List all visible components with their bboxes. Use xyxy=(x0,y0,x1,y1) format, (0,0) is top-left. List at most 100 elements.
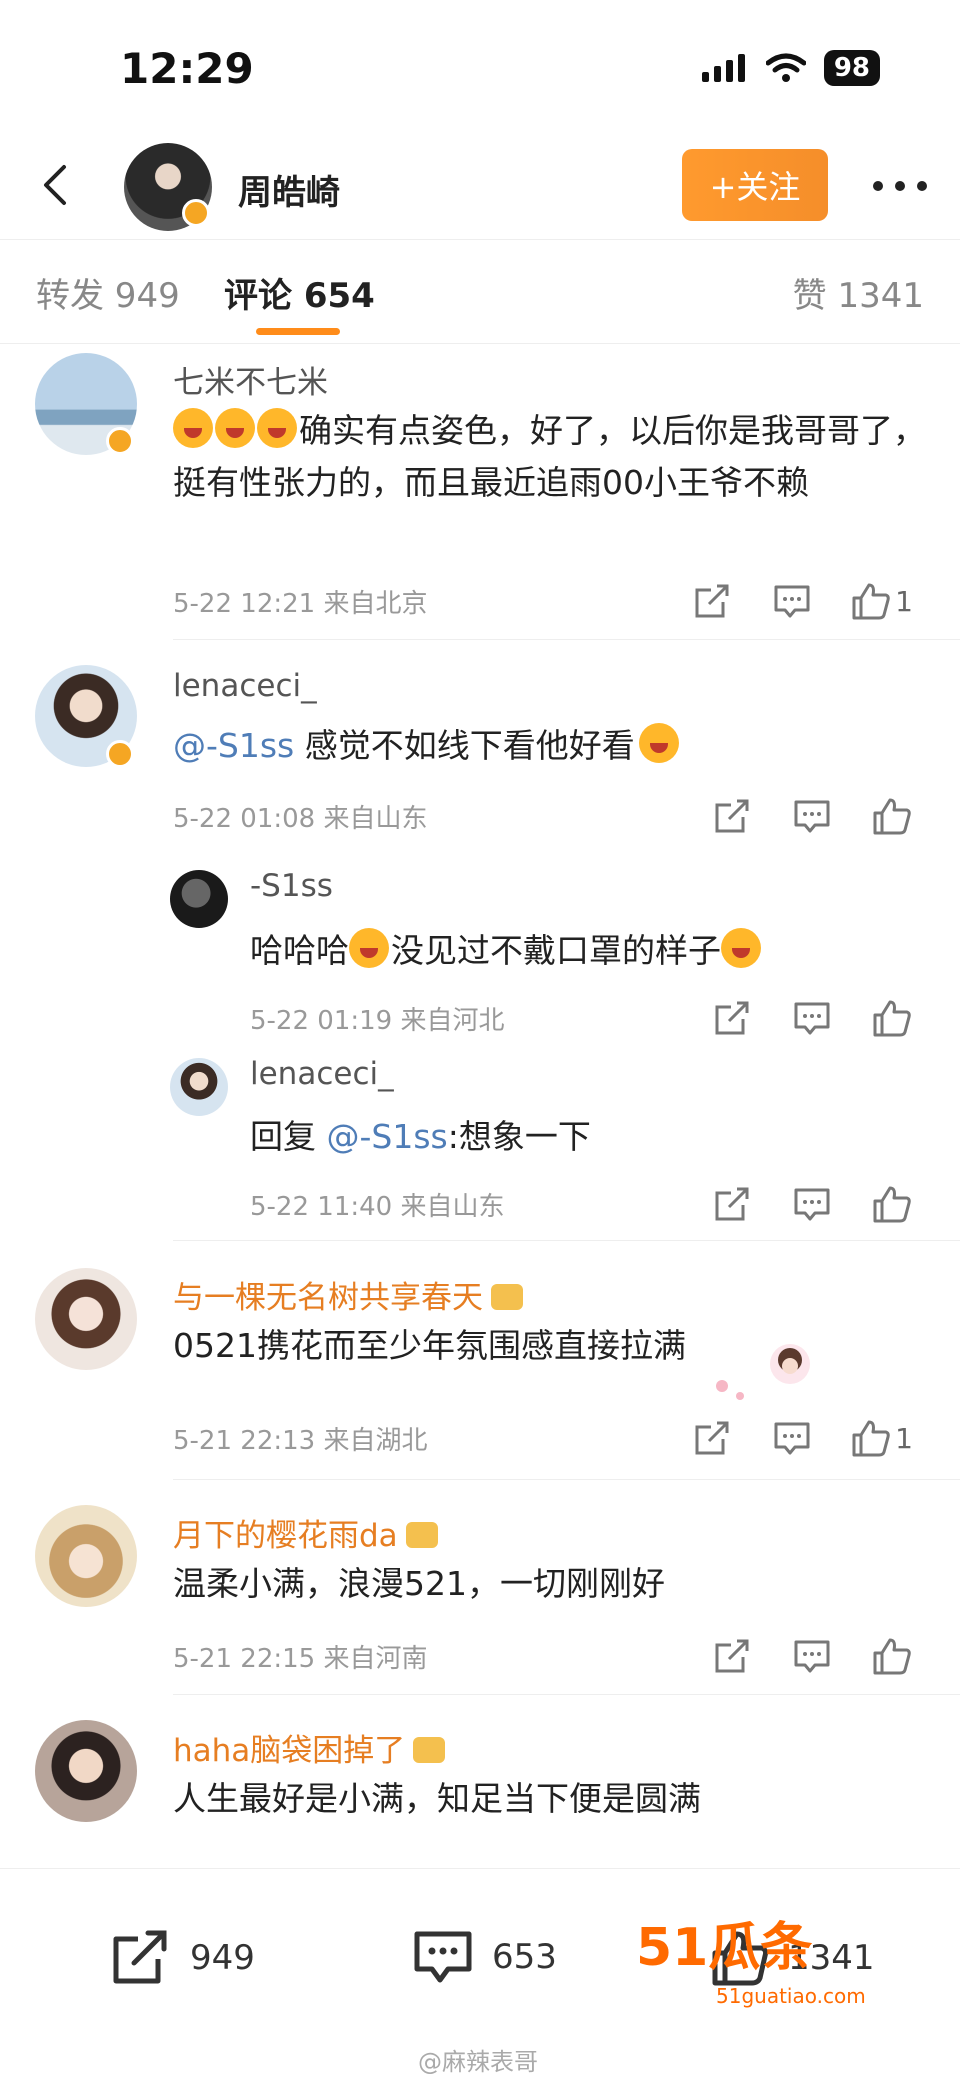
comment-author[interactable]: 七米不七米 xyxy=(173,357,328,402)
avatar[interactable] xyxy=(35,1505,137,1607)
reply-button[interactable] xyxy=(772,1634,852,1678)
comment-text: 温柔小满，浪漫521，一切刚刚好 xyxy=(173,1558,933,1610)
reply-meta: 5-22 01:19 来自河北 xyxy=(250,1006,505,1036)
share-icon xyxy=(715,1001,749,1035)
comment-text: 确实有点姿色，好了，以后你是我哥哥了，挺有性张力的，而且最近追雨00小王爷不赖 xyxy=(173,405,933,509)
repost-icon xyxy=(113,1930,167,1984)
status-bar: 12:29 98 xyxy=(0,0,960,130)
divider xyxy=(173,639,960,640)
active-tab-indicator xyxy=(256,328,340,335)
comment-item: 七米不七米 确实有点姿色，好了，以后你是我哥哥了，挺有性张力的，而且最近追雨00… xyxy=(0,345,960,640)
reply-button[interactable] xyxy=(772,1182,852,1226)
reply-body: :想象一下 xyxy=(447,1117,591,1156)
comment-actions: 1 xyxy=(672,1416,932,1460)
like-count: 1 xyxy=(895,584,913,618)
thumbs-up-icon xyxy=(873,1638,911,1675)
avatar[interactable] xyxy=(170,870,228,928)
avatar[interactable] xyxy=(35,1720,137,1822)
divider xyxy=(173,1479,960,1480)
watermark-author: @麻辣表哥 xyxy=(418,2048,538,2076)
thumbs-up-icon xyxy=(873,1186,911,1223)
battery-indicator: 98 xyxy=(823,50,880,86)
share-button[interactable] xyxy=(692,996,772,1040)
comment-meta: 5-22 01:08 来自山东 xyxy=(173,804,428,834)
comment-count: 653 xyxy=(492,1937,557,1977)
reply-button[interactable] xyxy=(752,579,832,623)
share-icon xyxy=(715,799,749,833)
share-button[interactable] xyxy=(692,1634,772,1678)
laugh-cry-emoji-icon xyxy=(638,723,679,763)
comment-text: @-S1ss 感觉不如线下看他好看 xyxy=(173,720,933,772)
divider xyxy=(173,1240,960,1241)
comment-button[interactable]: 653 xyxy=(412,1929,557,1985)
drool-emoji-icon xyxy=(173,408,213,448)
comment-decoration-sticker-icon xyxy=(716,1344,810,1400)
back-icon[interactable] xyxy=(30,157,86,213)
comment-author-text: 月下的樱花雨da xyxy=(173,1518,398,1554)
reply-meta: 5-22 11:40 来自山东 xyxy=(250,1192,505,1222)
nav-bar: 周皓崎 +关注 xyxy=(0,135,960,240)
comment-author[interactable]: haha脑袋困掉了 xyxy=(173,1725,446,1770)
comment-author[interactable]: 与一棵无名树共享春天 xyxy=(173,1272,523,1317)
comment-actions xyxy=(692,1634,932,1678)
signal-icon xyxy=(701,54,745,82)
thumbs-up-icon xyxy=(852,1420,890,1457)
like-button[interactable]: 1 xyxy=(832,579,932,623)
comment-body: 感觉不如线下看他好看 xyxy=(294,726,635,765)
comment-author[interactable]: lenaceci_ xyxy=(173,668,317,704)
share-button[interactable] xyxy=(672,579,752,623)
comment-body: 温柔小满，浪漫521，一切刚刚好 xyxy=(173,1564,665,1603)
thumbs-up-icon xyxy=(873,798,911,835)
comment-item: haha脑袋困掉了 人生最好是小满，知足当下便是圆满 xyxy=(0,1715,960,1865)
thumbs-up-icon xyxy=(873,1000,911,1037)
comment-actions: 1 xyxy=(672,579,932,623)
comment-meta: 5-22 12:21 来自北京 xyxy=(173,589,428,619)
comment-author-text: 与一棵无名树共享春天 xyxy=(173,1280,483,1316)
status-icons: 98 xyxy=(701,50,880,86)
mention-link[interactable]: @-S1ss xyxy=(173,726,294,765)
comment-icon xyxy=(774,585,810,618)
tab-likes[interactable]: 赞 1341 xyxy=(793,268,924,317)
page-title[interactable]: 周皓崎 xyxy=(238,165,340,214)
mention-link[interactable]: @-S1ss xyxy=(327,1117,448,1156)
follow-button[interactable]: +关注 xyxy=(682,149,828,221)
tab-comments[interactable]: 评论 654 xyxy=(224,268,375,317)
reply-button[interactable] xyxy=(752,1416,832,1460)
avatar[interactable] xyxy=(35,1268,137,1370)
share-button[interactable] xyxy=(692,1182,772,1226)
like-button[interactable]: 1 xyxy=(832,1416,932,1460)
comment-item: 月下的樱花雨da 温柔小满，浪漫521，一切刚刚好 5-21 22:15 来自河… xyxy=(0,1500,960,1695)
like-button[interactable] xyxy=(852,996,932,1040)
laugh-cry-emoji-icon xyxy=(349,928,389,968)
like-count: 1 xyxy=(895,1421,913,1455)
comment-author[interactable]: 月下的樱花雨da xyxy=(173,1510,438,1555)
reply-author[interactable]: -S1ss xyxy=(250,868,333,904)
comment-icon xyxy=(794,1188,830,1221)
comment-meta: 5-21 22:15 来自河南 xyxy=(173,1644,428,1674)
like-button[interactable] xyxy=(852,794,932,838)
reply-prefix: 回复 xyxy=(250,1117,327,1156)
drool-emoji-icon xyxy=(257,408,297,448)
tabs: 转发 949 评论 654 赞 1341 xyxy=(0,240,960,344)
repost-button[interactable]: 949 xyxy=(110,1929,255,1987)
share-button[interactable] xyxy=(692,794,772,838)
verified-badge-icon xyxy=(182,199,210,227)
comment-author-text: haha脑袋困掉了 xyxy=(173,1733,406,1769)
verified-badge-icon xyxy=(106,740,134,768)
reply-button[interactable] xyxy=(772,996,852,1040)
share-icon xyxy=(715,1639,749,1673)
repost-count: 949 xyxy=(190,1938,255,1978)
like-button[interactable] xyxy=(852,1634,932,1678)
avatar[interactable] xyxy=(170,1058,228,1116)
reply-author[interactable]: lenaceci_ xyxy=(250,1056,394,1092)
wifi-icon xyxy=(765,53,806,82)
more-icon[interactable] xyxy=(870,171,930,201)
divider xyxy=(173,1694,960,1695)
reply-button[interactable] xyxy=(772,794,852,838)
comment-icon xyxy=(774,1422,810,1455)
tab-reposts[interactable]: 转发 949 xyxy=(36,268,180,317)
like-button[interactable] xyxy=(852,1182,932,1226)
reply-body: 没见过不戴口罩的样子 xyxy=(391,931,721,970)
share-button[interactable] xyxy=(672,1416,752,1460)
vip-crown-icon xyxy=(413,1737,446,1763)
